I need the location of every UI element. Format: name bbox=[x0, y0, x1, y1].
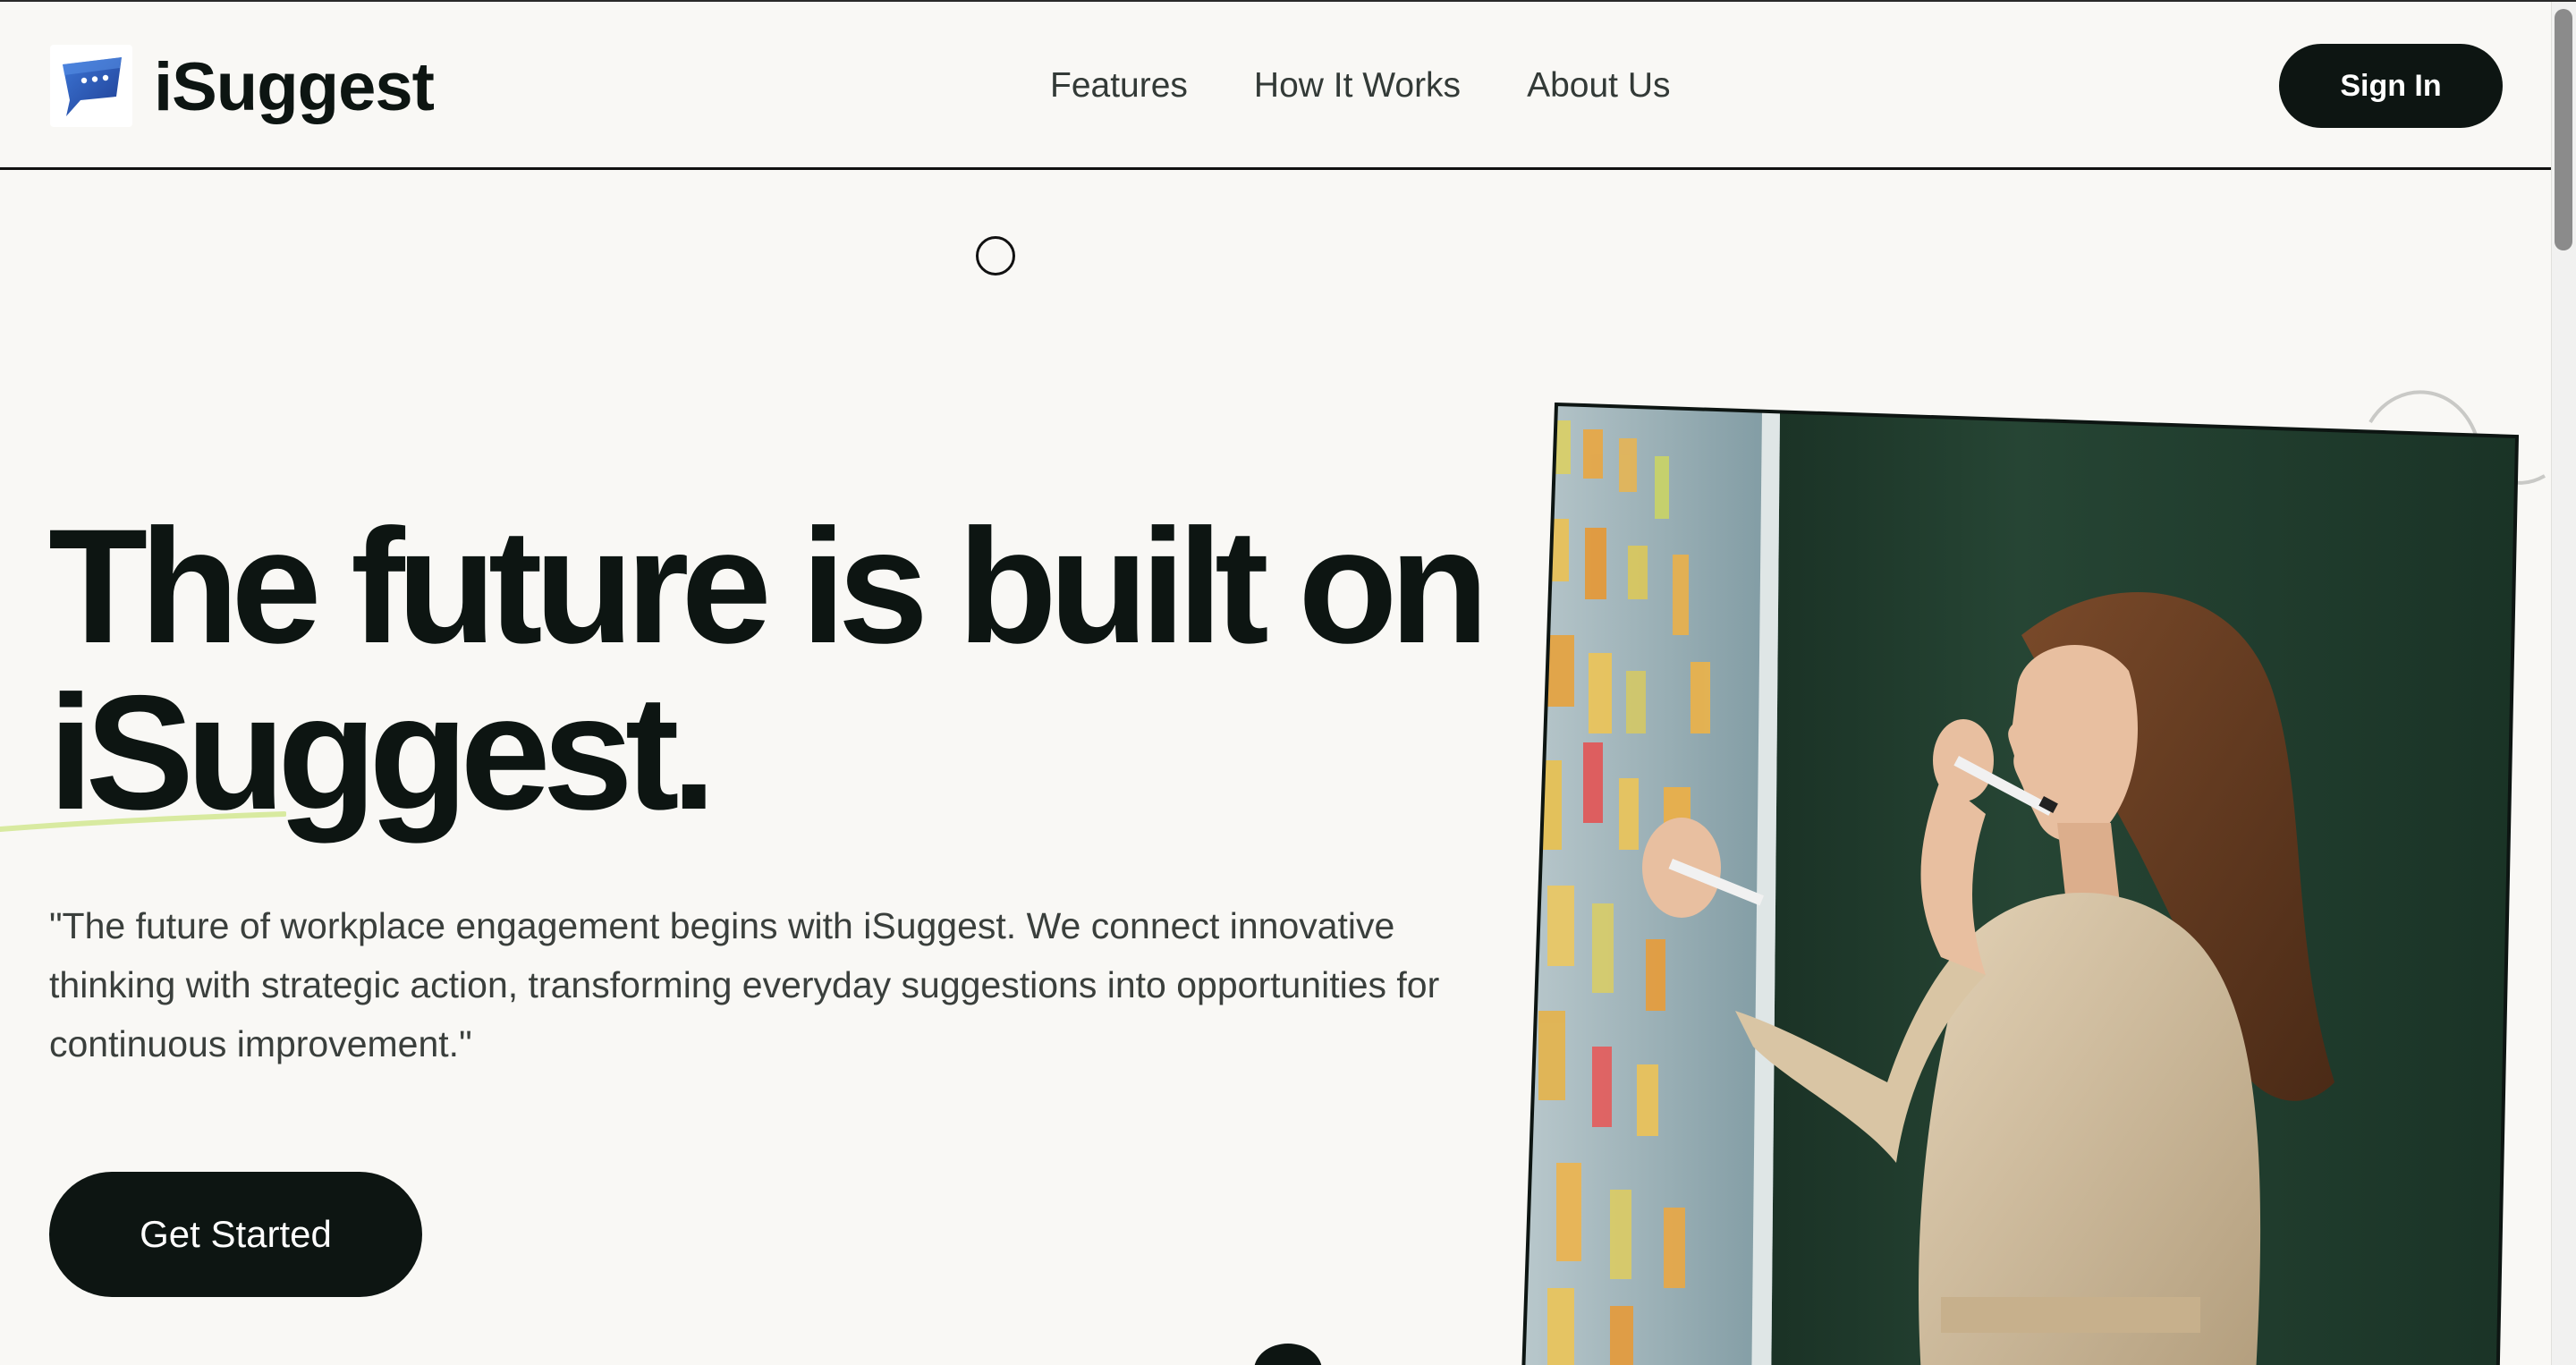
decorative-circle bbox=[976, 236, 1015, 276]
site-header: iSuggest Features How It Works About Us … bbox=[0, 2, 2551, 170]
hero-quote: "The future of workplace engagement begi… bbox=[49, 905, 1440, 1064]
main-nav: Features How It Works About Us bbox=[1050, 61, 1670, 111]
woman-writing-sticky-notes-photo bbox=[1521, 403, 2519, 1365]
brand-name[interactable]: iSuggest bbox=[154, 48, 435, 127]
hero-headline-line-1: The future is built on bbox=[48, 495, 1489, 677]
get-started-button[interactable]: Get Started bbox=[49, 1172, 422, 1297]
nav-features[interactable]: Features bbox=[1050, 61, 1188, 111]
nav-how-it-works[interactable]: How It Works bbox=[1254, 61, 1461, 111]
sign-in-button[interactable]: Sign In bbox=[2279, 44, 2503, 128]
page: iSuggest Features How It Works About Us … bbox=[0, 0, 2576, 1365]
speech-bubble-flag-icon bbox=[63, 57, 122, 116]
scroll-down-indicator[interactable] bbox=[1254, 1344, 1322, 1365]
logo-icon[interactable] bbox=[50, 45, 132, 127]
nav-about-us[interactable]: About Us bbox=[1527, 61, 1670, 111]
decorative-underline-stroke bbox=[0, 811, 286, 832]
hero-headline: The future is built on iSuggest. bbox=[48, 495, 1489, 835]
hero-photo bbox=[1521, 403, 2519, 1365]
scrollbar-thumb[interactable] bbox=[2555, 9, 2572, 250]
